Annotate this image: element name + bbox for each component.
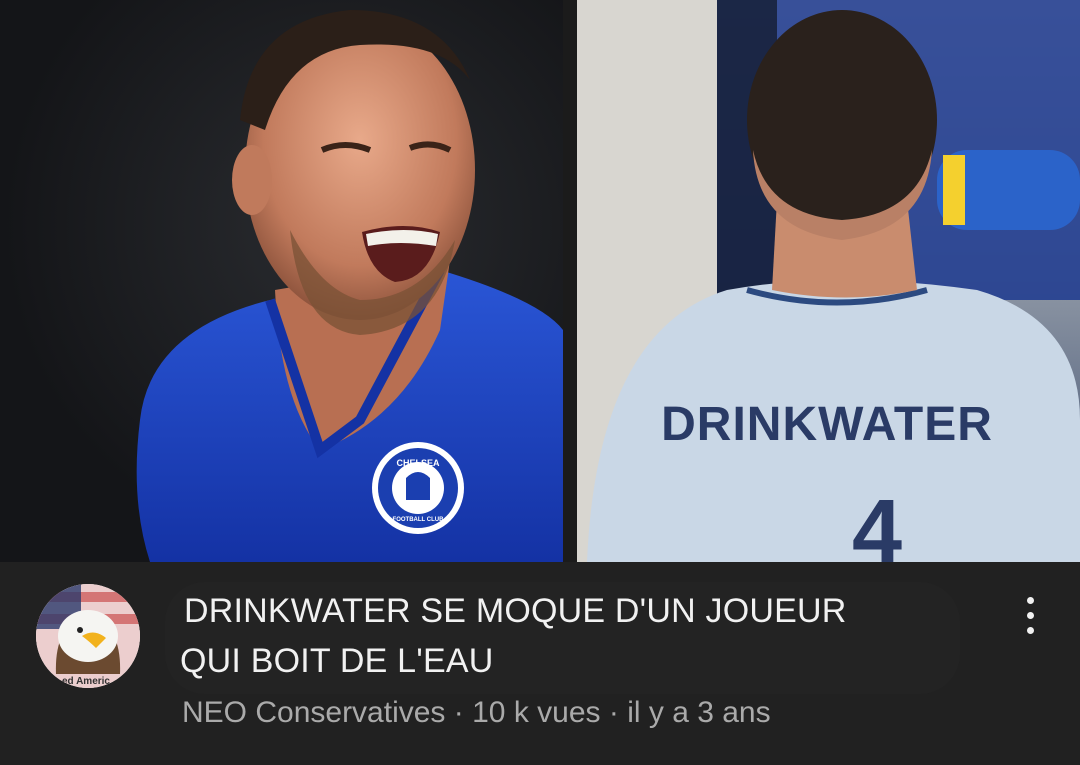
more-vert-icon[interactable] — [1010, 590, 1050, 640]
avatar-badge-text: ed Americ — [62, 676, 110, 687]
menu-dot — [1026, 626, 1034, 634]
upload-age: il y a 3 ans — [627, 696, 771, 729]
video-meta: ed Americ DRINKWATER SE MOQUE D'UN JOUEU… — [0, 562, 1080, 765]
crest-text-bottom: FOOTBALL CLUB — [393, 517, 445, 523]
channel-avatar[interactable]: ed Americ — [36, 584, 140, 688]
player-back-image: DRINKWATER 4 — [577, 0, 1080, 562]
video-thumbnail[interactable]: CHELSEA FOOTBALL CLUB DRINKWATER 4 — [0, 0, 1080, 562]
video-title[interactable]: DRINKWATER SE MOQUE D'UN JOUEUR QUI BOIT… — [180, 586, 940, 686]
separator: · — [600, 696, 628, 729]
player-smiling-image: CHELSEA FOOTBALL CLUB — [136, 10, 563, 562]
menu-dot — [1026, 596, 1034, 604]
crest-text-top: CHELSEA — [396, 458, 440, 468]
shirt-name-text: DRINKWATER — [661, 398, 993, 451]
channel-name[interactable]: NEO Conservatives — [182, 696, 445, 729]
thumbnail-left-photo: CHELSEA FOOTBALL CLUB — [0, 0, 563, 562]
video-title-line1: DRINKWATER SE MOQUE D'UN JOUEUR — [184, 592, 847, 630]
shirt-number-text: 4 — [852, 482, 902, 562]
thumbnail-right-photo: DRINKWATER 4 — [577, 0, 1080, 562]
video-title-line2: QUI BOIT DE L'EAU — [180, 642, 494, 680]
video-subtitle: NEO Conservatives · 10 k vues · il y a 3… — [182, 696, 771, 730]
menu-dot — [1026, 611, 1034, 619]
eagle-icon: ed Americ — [36, 584, 140, 688]
view-count: 10 k vues — [472, 696, 601, 729]
separator: · — [445, 696, 473, 729]
